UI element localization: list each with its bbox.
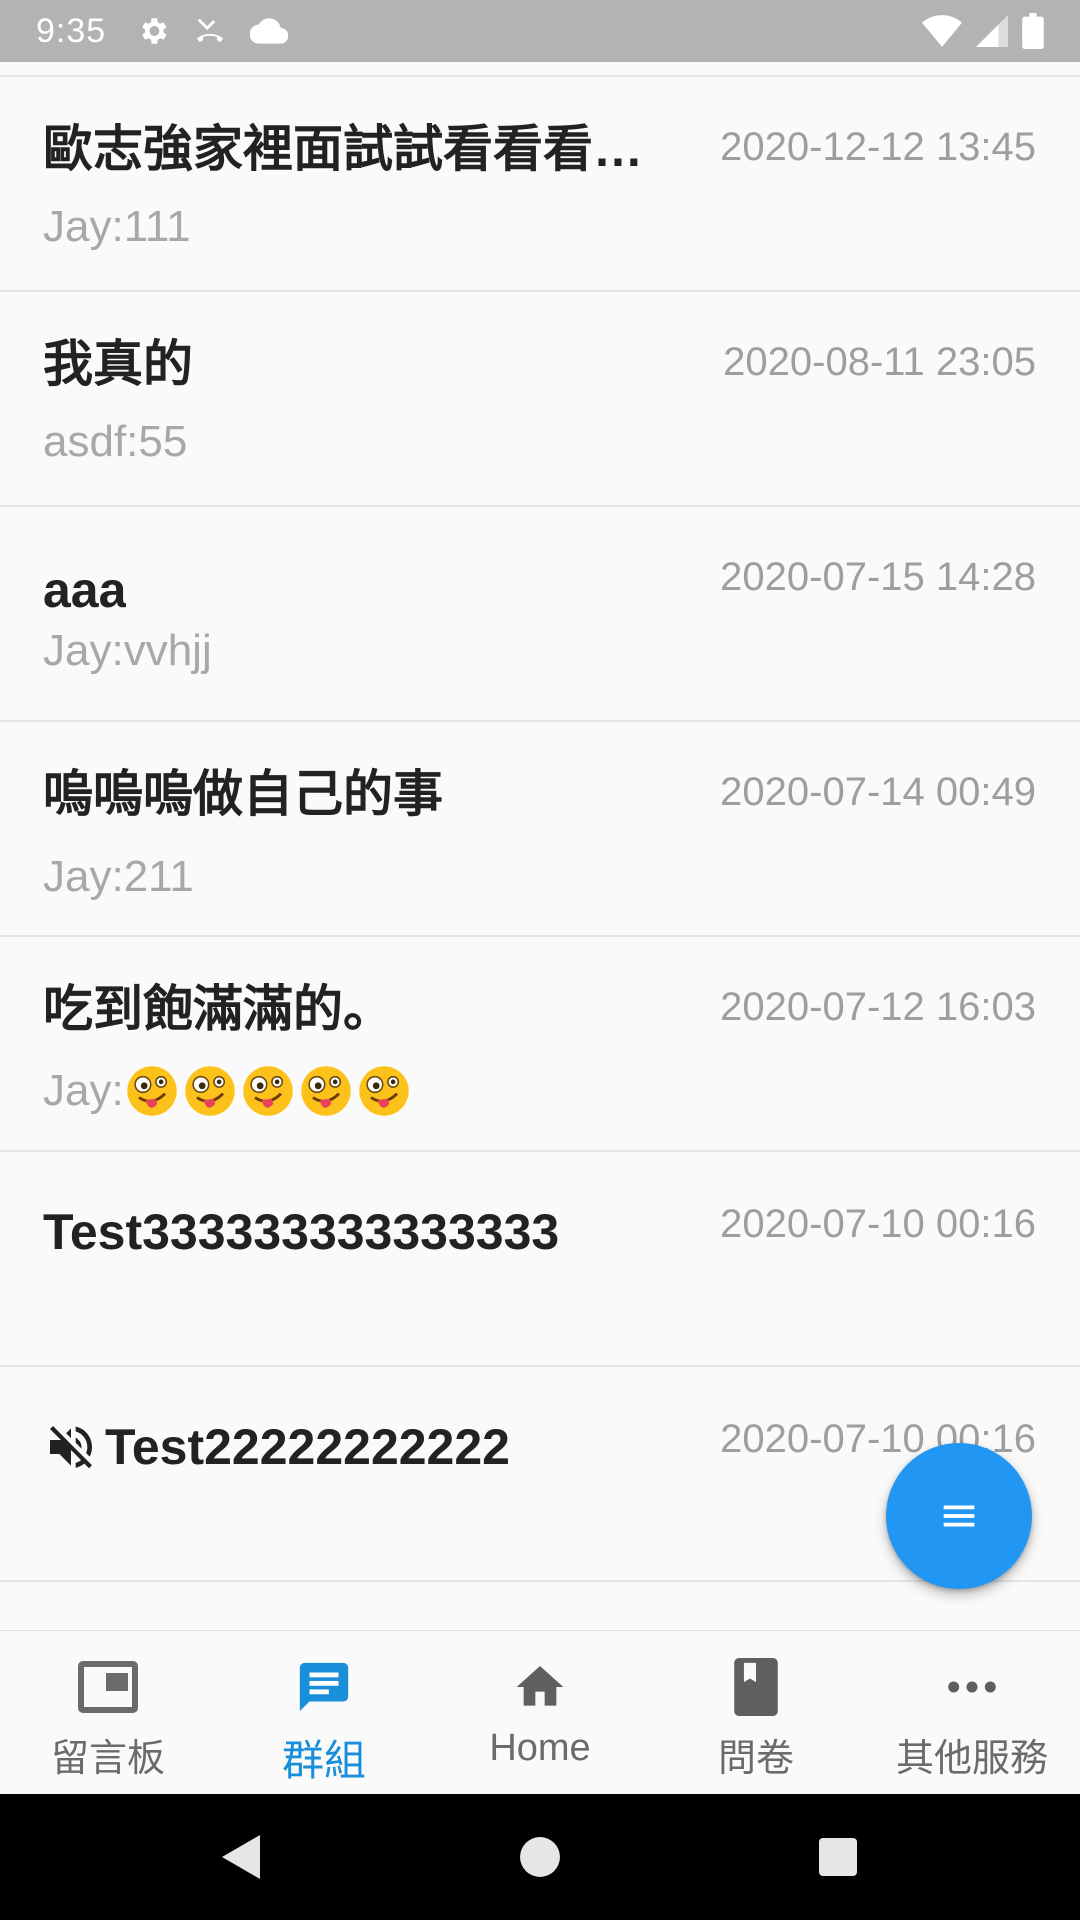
status-notification-icons [136,14,289,48]
screen: 9:35 歐志強家裡面試試看看看看看 2020-12-12 13:45 Jay:… [0,0,1080,1920]
chat-time: 2020-07-10 00:16 [720,1202,1036,1246]
board-icon [76,1655,140,1719]
chat-item[interactable]: aaa 2020-07-15 14:28 Jay:vvhjj [0,507,1080,722]
chat-preview-text: Jay: [43,1066,124,1115]
zany-face-emoji [359,1066,409,1116]
chat-preview: Jay:vvhjj [43,626,212,675]
tab-survey-label: 問卷 [717,1738,794,1780]
tab-board[interactable]: 留言板 [0,1631,216,1794]
chat-preview: asdf:55 [43,417,188,466]
chat-title: 嗚嗚嗚做自己的事 [43,766,443,822]
home-system-button[interactable] [500,1794,580,1920]
chat-title: 吃到飽滿滿的。 [43,981,393,1037]
tab-home[interactable]: Home [432,1631,648,1794]
back-triangle-icon [222,1835,260,1879]
home-icon [508,1655,572,1719]
chat-bubble-icon [292,1655,356,1719]
status-system-icons [922,13,1044,49]
cloud-icon [250,16,289,46]
recents-square-icon [819,1838,857,1876]
tab-other-services-label: 其他服務 [895,1738,1048,1780]
tab-groups-label: 群組 [281,1737,366,1784]
chat-item[interactable]: 我真的 2020-08-11 23:05 asdf:55 [0,292,1080,507]
missed-call-icon [192,14,228,48]
chat-time: 2020-08-11 23:05 [723,340,1036,384]
tab-home-label: Home [489,1727,591,1769]
chat-time: 2020-07-12 16:03 [720,985,1036,1029]
back-button[interactable] [200,1794,280,1920]
chat-title: aaa [43,562,127,618]
menu-fab-button[interactable] [886,1443,1032,1589]
chat-title: 我真的 [43,336,193,392]
chat-item[interactable] [0,1582,1080,1630]
tab-board-label: 留言板 [50,1738,165,1780]
chat-item[interactable]: 歐志強家裡面試試看看看看看 2020-12-12 13:45 Jay:111 [0,77,1080,292]
chat-item[interactable]: 吃到飽滿滿的。 2020-07-12 16:03 Jay: [0,937,1080,1152]
chat-time: 2020-12-12 13:45 [720,125,1036,169]
signal-icon [976,15,1008,47]
system-navigation-bar [0,1794,1080,1920]
zany-face-emoji [243,1066,293,1116]
chat-item[interactable]: Test333333333333333 2020-07-10 00:16 [0,1152,1080,1367]
wifi-icon [922,15,962,47]
chat-item[interactable]: 嗚嗚嗚做自己的事 2020-07-14 00:49 Jay:211 [0,722,1080,937]
status-bar: 9:35 [0,0,1080,62]
status-time: 9:35 [36,11,107,50]
home-circle-icon [520,1837,560,1877]
menu-lines-icon [943,1505,975,1527]
tab-survey[interactable]: 問卷 [648,1631,864,1794]
chat-preview: Jay:111 [43,202,191,251]
chat-title: Test22222222222 [43,1411,673,1483]
zany-face-emoji [127,1066,177,1116]
more-icon [940,1655,1004,1719]
zany-face-emoji [301,1066,351,1116]
battery-icon [1022,13,1044,49]
chat-title: Test333333333333333 [43,1204,560,1260]
chat-time: 2020-07-15 14:28 [720,555,1036,599]
tab-groups[interactable]: 群組 [216,1631,432,1794]
settings-icon [136,14,170,48]
zany-face-emoji [185,1066,235,1116]
bottom-navigation: 留言板 群組 Home 問卷 其他服務 [0,1630,1080,1794]
chat-preview: Jay: [43,1061,410,1121]
chat-preview: Jay:211 [43,852,194,901]
tab-other-services[interactable]: 其他服務 [864,1631,1080,1794]
chat-title: 歐志強家裡面試試看看看看看 [43,121,673,177]
recents-button[interactable] [798,1794,878,1920]
mute-icon [50,1426,93,1469]
book-icon [724,1655,788,1719]
chat-time: 2020-07-14 00:49 [720,770,1036,814]
chat-group-list[interactable]: 歐志強家裡面試試看看看看看 2020-12-12 13:45 Jay:111 我… [0,62,1080,1630]
